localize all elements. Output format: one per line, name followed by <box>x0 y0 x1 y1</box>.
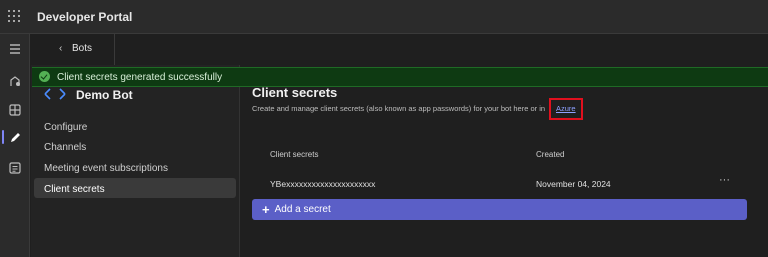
apps-icon[interactable] <box>8 103 22 117</box>
column-header-client-secrets: Client secrets <box>270 150 319 159</box>
more-options-icon[interactable]: ··· <box>719 174 730 186</box>
app-launcher-icon[interactable] <box>8 10 20 22</box>
add-secret-button[interactable]: + Add a secret <box>252 199 747 220</box>
back-to-bots-link[interactable]: Bots <box>72 43 92 54</box>
highlight-box <box>549 98 583 120</box>
nav-item-configure[interactable]: Configure <box>44 122 87 133</box>
page-title: Client secrets <box>252 85 338 100</box>
edit-icon[interactable] <box>8 131 22 145</box>
column-header-created: Created <box>536 150 565 159</box>
toast-message: Client secrets generated successfully <box>57 72 223 83</box>
secret-value: YBexxxxxxxxxxxxxxxxxxxxx <box>270 179 376 189</box>
app-title: Developer Portal <box>37 10 133 24</box>
calendar-icon[interactable] <box>8 161 22 175</box>
menu-icon[interactable] <box>8 42 22 56</box>
nav-item-channels[interactable]: Channels <box>44 142 86 153</box>
page-description: Create and manage client secrets (also k… <box>252 104 546 113</box>
plus-icon: + <box>262 202 270 217</box>
nav-item-meeting-event-subscriptions[interactable]: Meeting event subscriptions <box>44 163 168 174</box>
chevron-left-icon[interactable]: ‹ <box>59 43 62 54</box>
left-rail <box>0 34 30 257</box>
add-secret-label: Add a secret <box>274 204 331 215</box>
rail-active-indicator <box>2 130 4 144</box>
check-circle-icon <box>39 71 50 82</box>
activity-icon[interactable] <box>8 74 22 88</box>
secret-created-date: November 04, 2024 <box>536 179 611 189</box>
bot-icon <box>44 85 66 103</box>
nav-item-client-secrets[interactable]: Client secrets <box>44 184 105 195</box>
bot-name: Demo Bot <box>76 88 133 102</box>
